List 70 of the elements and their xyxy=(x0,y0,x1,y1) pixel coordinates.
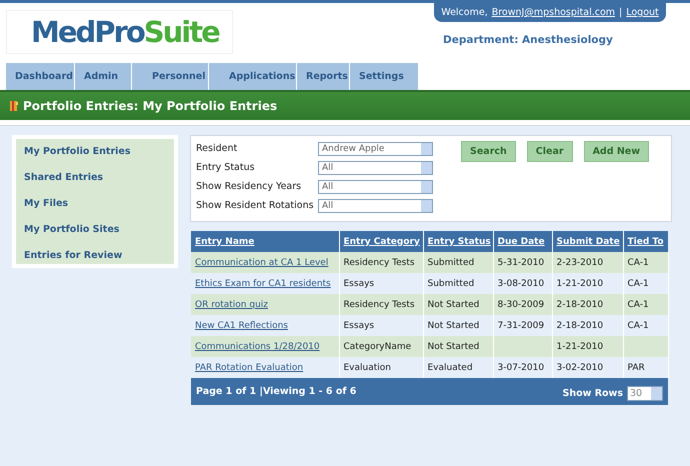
action-button[interactable]: Add New xyxy=(584,141,649,162)
table-cell: 1-21-2010 xyxy=(552,273,623,294)
table-cell: 2-18-2010 xyxy=(552,294,623,315)
column-header[interactable]: Entry Category xyxy=(339,231,423,252)
table-cell: CA-1 xyxy=(623,315,668,336)
nav-tab[interactable]: Reports xyxy=(297,63,350,90)
table-cell: 3-08-2010 xyxy=(493,273,552,294)
logo: MedProSuite xyxy=(6,10,233,54)
table-cell: Evaluation xyxy=(339,357,423,378)
sidebar-link[interactable]: My Portfolio Sites xyxy=(24,223,166,236)
nav-tab[interactable]: Dashboard xyxy=(6,63,75,90)
table-cell: 3-02-2010 xyxy=(552,357,623,378)
sidebar-link[interactable]: Shared Entries xyxy=(24,171,166,184)
table-cell: Not Started xyxy=(423,294,493,315)
table-cell: 7-31-2009 xyxy=(493,315,552,336)
table-cell: 2-18-2010 xyxy=(552,315,623,336)
table-cell: Residency Tests xyxy=(339,294,423,315)
table-cell: Essays xyxy=(339,315,423,336)
sidebar-link[interactable]: My Portfolio Entries xyxy=(24,145,166,158)
nav-tab[interactable]: Admin xyxy=(75,63,132,90)
action-button[interactable]: Search xyxy=(461,141,516,162)
logout-link[interactable]: Logout xyxy=(626,7,659,18)
nav-tab[interactable]: Applications xyxy=(209,63,297,90)
entry-link[interactable]: New CA1 Reflections xyxy=(195,320,288,330)
filter-label: Entry Status xyxy=(196,162,256,173)
filter-label: Show Resident Rotations xyxy=(196,200,315,211)
pager-text: Page 1 of 1 |Viewing 1 - 6 of 6 xyxy=(196,386,356,397)
dropdown[interactable]: Andrew Apple xyxy=(318,142,433,156)
table-cell: CA-1 xyxy=(623,252,668,273)
column-header[interactable]: Tied To xyxy=(623,231,668,252)
table-cell: 8-30-2009 xyxy=(493,294,552,315)
table-cell: CA-1 xyxy=(623,294,668,315)
page-title: Portfolio Entries: My Portfolio Entries xyxy=(23,99,278,113)
entry-link[interactable]: Ethics Exam for CA1 residents xyxy=(195,278,331,288)
column-header[interactable]: Entry Status xyxy=(423,231,493,252)
book-icon xyxy=(9,100,19,112)
table-cell: Residency Tests xyxy=(339,252,423,273)
department-label: Department: Anesthesiology xyxy=(443,34,614,46)
table-cell: 5-31-2010 xyxy=(493,252,552,273)
sidebar-link[interactable]: Entries for Review xyxy=(24,249,166,262)
column-header[interactable]: Due Date xyxy=(493,231,552,252)
user-email-link[interactable]: BrownJ@mpshospital.com xyxy=(492,7,616,18)
entry-link[interactable]: PAR Rotation Evaluation xyxy=(195,362,304,372)
dropdown[interactable]: All xyxy=(318,180,433,194)
table-cell: 2-23-2010 xyxy=(552,252,623,273)
table-cell: Submitted xyxy=(423,252,493,273)
table-cell: 3-07-2010 xyxy=(493,357,552,378)
table-cell: CategoryName xyxy=(339,336,423,357)
column-header[interactable]: Submit Date xyxy=(552,231,623,252)
separator: | xyxy=(619,7,622,18)
table-cell: Submitted xyxy=(423,273,493,294)
dropdown[interactable]: All xyxy=(318,198,433,212)
rows-label: Show Rows xyxy=(562,388,623,399)
sidebar-link[interactable]: My Files xyxy=(24,197,166,210)
nav-tab[interactable]: Settings xyxy=(350,63,419,90)
table-cell: 1-21-2010 xyxy=(552,336,623,357)
nav-tab[interactable]: Personnel xyxy=(132,63,209,90)
dropdown[interactable]: All xyxy=(318,160,433,174)
table-cell: PAR xyxy=(623,357,668,378)
filter-label: Resident xyxy=(196,143,238,154)
table-cell: Essays xyxy=(339,273,423,294)
rows-dropdown[interactable]: 30 xyxy=(627,386,663,401)
table-cell: Not Started xyxy=(423,336,493,357)
column-header[interactable]: Entry Name xyxy=(191,231,339,252)
table-cell: Evaluated xyxy=(423,357,493,378)
filter-label: Show Residency Years xyxy=(196,181,302,192)
action-button[interactable]: Clear xyxy=(526,141,573,162)
table-cell: CA-1 xyxy=(623,273,668,294)
welcome-text: Welcome, xyxy=(441,7,488,18)
table-cell: Not Started xyxy=(423,315,493,336)
